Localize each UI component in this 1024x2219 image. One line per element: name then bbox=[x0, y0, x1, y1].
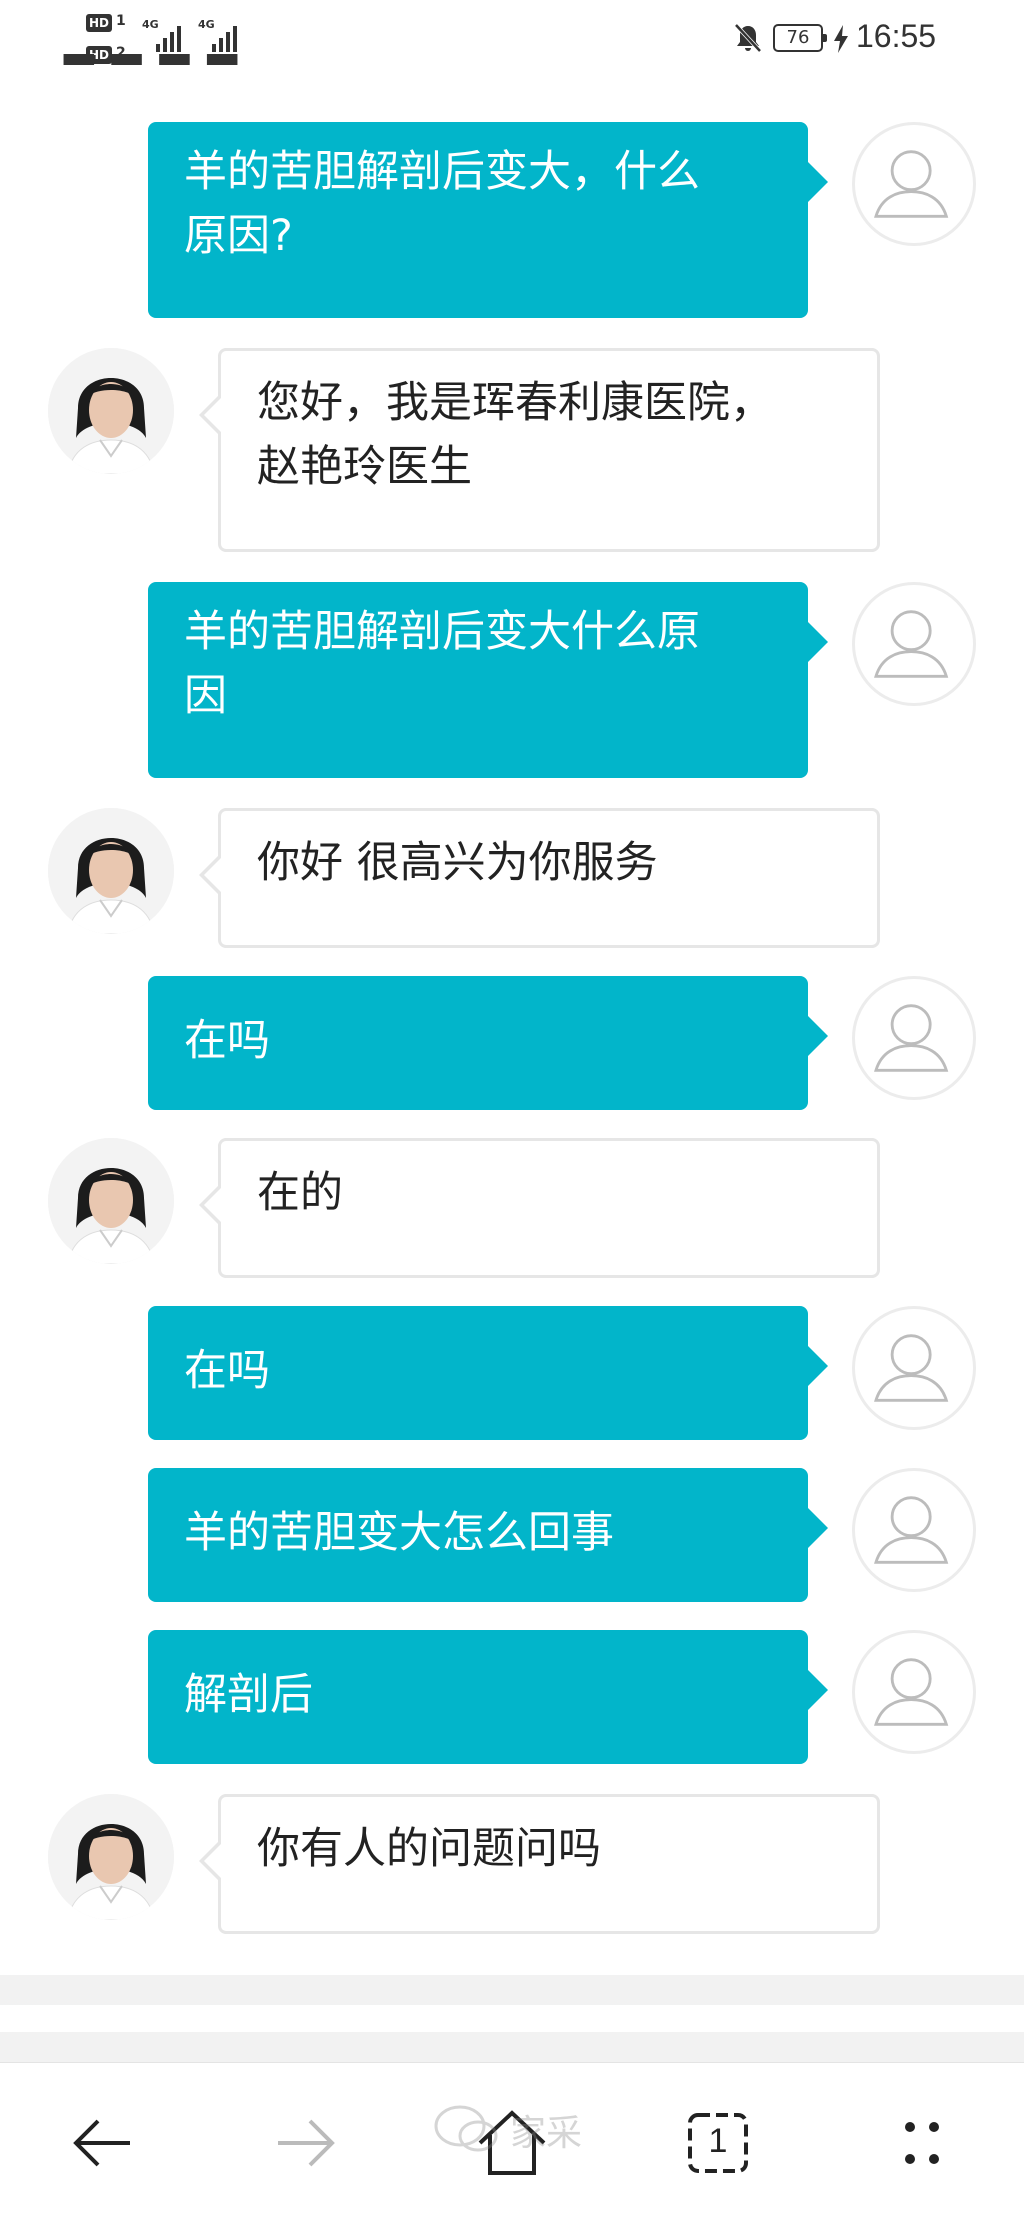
message-line: 原因? bbox=[184, 211, 293, 261]
tabs-button[interactable]: 1 bbox=[678, 2103, 758, 2183]
back-button[interactable] bbox=[62, 2103, 142, 2183]
message-line: 在吗 bbox=[184, 1016, 270, 1066]
incoming-message-bubble[interactable]: 你有人的问题问吗 bbox=[199, 1794, 880, 1934]
message-line: 羊的苦胆变大怎么回事 bbox=[184, 1508, 614, 1558]
battery-level: 76 bbox=[773, 24, 827, 52]
sim1-hd-badge: HD bbox=[86, 14, 112, 32]
content-divider bbox=[0, 2032, 1024, 2062]
message-line: 在的 bbox=[257, 1168, 343, 1218]
doctor-avatar[interactable] bbox=[48, 348, 174, 474]
outgoing-message-bubble[interactable]: 在吗 bbox=[148, 1306, 828, 1440]
charging-bolt-icon bbox=[834, 25, 848, 53]
four-dots-menu-icon bbox=[905, 2122, 939, 2164]
message-line: 你有人的问题问吗 bbox=[257, 1824, 601, 1874]
tabs-count: 1 bbox=[708, 2122, 728, 2160]
outgoing-message-bubble[interactable]: 羊的苦胆解剖后变大什么原 因 bbox=[148, 582, 828, 778]
doctor-avatar[interactable] bbox=[48, 1794, 174, 1920]
message-line: 解剖后 bbox=[184, 1670, 313, 1720]
incoming-message-bubble[interactable]: 您好，我是珲春利康医院， 赵艳玲医生 bbox=[199, 348, 880, 552]
scrolled-title-fragment: ■■■■ bbox=[60, 54, 290, 80]
watermark-text: 家采 bbox=[510, 2113, 583, 2154]
message-line: 您好，我是珲春利康医院， bbox=[257, 378, 773, 428]
person-outline-icon bbox=[874, 150, 949, 218]
watermark: 家采 bbox=[432, 2098, 612, 2158]
doctor-photo-icon bbox=[48, 348, 174, 474]
forward-button[interactable] bbox=[266, 2103, 346, 2183]
content-divider bbox=[0, 1975, 1024, 2005]
person-outline-icon bbox=[874, 1658, 949, 1726]
wechat-logo-icon bbox=[434, 2105, 498, 2152]
message-line: 你好 很高兴为你服务 bbox=[257, 838, 658, 888]
message-line: 羊的苦胆解剖后变大，什么 bbox=[184, 147, 700, 197]
outgoing-message-bubble[interactable]: 解剖后 bbox=[148, 1630, 828, 1764]
doctor-photo-icon bbox=[48, 1794, 174, 1920]
message-line: 在吗 bbox=[184, 1346, 270, 1396]
person-outline-icon bbox=[874, 1496, 949, 1564]
sim1-number: 1 bbox=[116, 13, 126, 29]
arrow-left-icon bbox=[73, 2119, 130, 2167]
incoming-message-bubble[interactable]: 在的 bbox=[199, 1138, 880, 1278]
status-time: 16:55 bbox=[856, 18, 937, 54]
user-avatar[interactable] bbox=[852, 122, 976, 246]
doctor-avatar[interactable] bbox=[48, 808, 174, 934]
user-avatar[interactable] bbox=[852, 976, 976, 1100]
incoming-message-bubble[interactable]: 你好 很高兴为你服务 bbox=[199, 808, 880, 948]
person-outline-icon bbox=[874, 610, 949, 678]
menu-button[interactable] bbox=[882, 2103, 962, 2183]
outgoing-message-bubble[interactable]: 羊的苦胆变大怎么回事 bbox=[148, 1468, 828, 1602]
user-avatar[interactable] bbox=[852, 1306, 976, 1430]
person-outline-icon bbox=[874, 1334, 949, 1402]
doctor-avatar[interactable] bbox=[48, 1138, 174, 1264]
outgoing-message-bubble[interactable]: 在吗 bbox=[148, 976, 828, 1110]
user-avatar[interactable] bbox=[852, 582, 976, 706]
user-avatar[interactable] bbox=[852, 1630, 976, 1754]
message-line: 因 bbox=[184, 671, 227, 721]
user-avatar[interactable] bbox=[852, 1468, 976, 1592]
message-line: 赵艳玲医生 bbox=[257, 442, 472, 492]
doctor-photo-icon bbox=[48, 808, 174, 934]
arrow-right-icon bbox=[278, 2119, 335, 2167]
message-line: 羊的苦胆解剖后变大什么原 bbox=[184, 607, 700, 657]
doctor-photo-icon bbox=[48, 1138, 174, 1264]
mute-bell-icon bbox=[734, 23, 762, 53]
outgoing-message-bubble[interactable]: 羊的苦胆解剖后变大，什么 原因? bbox=[148, 122, 828, 318]
person-outline-icon bbox=[874, 1004, 949, 1072]
